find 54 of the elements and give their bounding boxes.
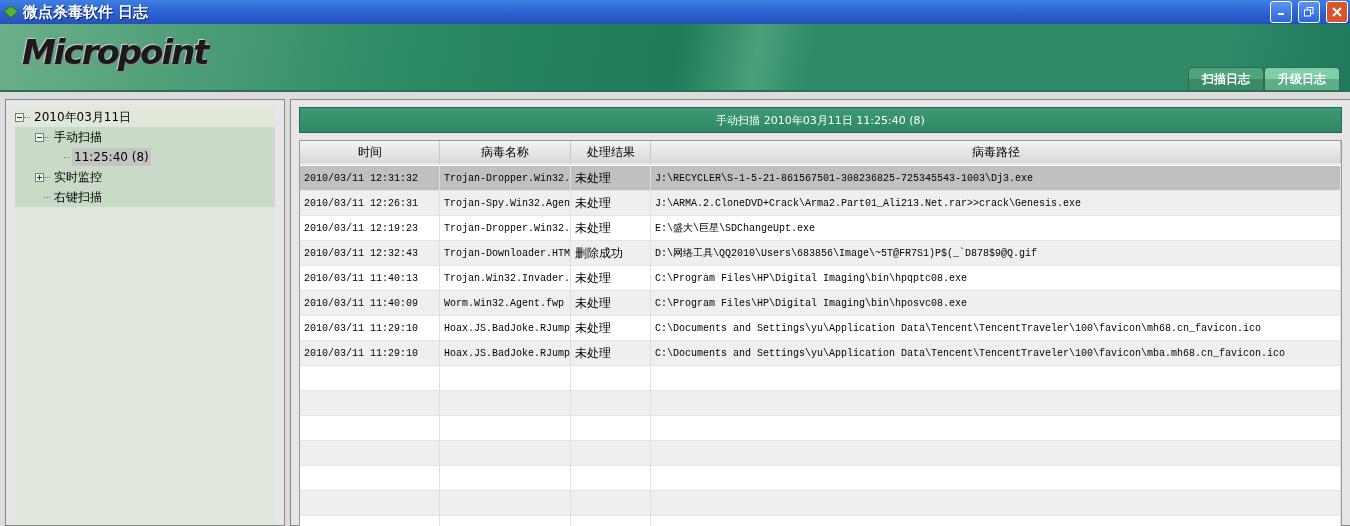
table-cell[interactable]: Hoax.JS.BadJoke.RJump [440,316,571,341]
tree-item[interactable]: 2010年03月11日 [32,106,134,128]
tree-item[interactable]: 11:25:40 (8) [72,148,151,166]
logo: Micropoint [22,32,208,72]
table-cell[interactable]: 2010/03/11 12:26:31 [300,191,440,216]
table-cell[interactable]: C:\Documents and Settings\yu\Application Data\Tencent\TencentTraveler\100\favicon\mba.mh68.cn_favicon.ico [651,341,1341,366]
expand-icon[interactable] [35,172,44,182]
table-cell[interactable]: Trojan-Dropper.Win32. [440,216,571,241]
table-cell[interactable]: Trojan-Spy.Win32.Agen [440,191,571,216]
tree-item[interactable]: 手动扫描 [52,126,104,148]
table-cell[interactable]: 2010/03/11 11:29:10 [300,316,440,341]
table-cell[interactable]: C:\Program Files\HP\Digital Imaging\bin\hpqptc08.exe [651,266,1341,291]
table-cell[interactable]: E:\盛大\巨星\SDChangeUpt.exe [651,216,1341,241]
restore-button[interactable] [1298,1,1320,23]
table-cell[interactable]: 未处理 [571,216,651,241]
table-cell[interactable]: 未处理 [571,316,651,341]
close-button[interactable] [1326,1,1348,23]
table-cell[interactable]: 2010/03/11 11:40:09 [300,291,440,316]
table-cell[interactable]: D:\网络工具\QQ2010\Users\683856\Image\~5T@FR7S1)P$(_`D878$9@Q.gif [651,241,1341,266]
table-cell[interactable]: Worm.Win32.Agent.fwp [440,291,571,316]
scan-banner: 手动扫描 2010年03月11日 11:25:40 (8) [299,107,1342,133]
collapse-icon[interactable] [35,132,44,142]
tree-item[interactable]: 右键扫描 [52,186,104,208]
table-cell[interactable]: 2010/03/11 12:31:32 [300,166,440,191]
table-cell[interactable]: 未处理 [571,291,651,316]
table-cell[interactable]: 未处理 [571,166,651,191]
table-cell[interactable]: Trojan-Downloader.HTM [440,241,571,266]
table-cell[interactable]: 未处理 [571,341,651,366]
table-cell[interactable]: 未处理 [571,266,651,291]
column-header[interactable]: 病毒名称 [440,141,571,165]
window-title: 微点杀毒软件 日志 [23,2,150,22]
table-cell[interactable]: Hoax.JS.BadJoke.RJump [440,341,571,366]
minimize-button[interactable] [1270,1,1292,23]
column-header[interactable]: 处理结果 [571,141,651,165]
table-cell[interactable]: C:\Program Files\HP\Digital Imaging\bin\hposvc08.exe [651,291,1341,316]
tree-item[interactable]: 实时监控 [52,166,104,188]
tab[interactable]: 扫描日志 [1188,67,1264,90]
app-icon [3,5,19,19]
table-cell[interactable]: Trojan.Win32.Invader. [440,266,571,291]
table-cell[interactable]: 2010/03/11 11:40:13 [300,266,440,291]
table-cell[interactable]: 未处理 [571,191,651,216]
table-cell[interactable]: C:\Documents and Settings\yu\Application Data\Tencent\TencentTraveler\100\favicon\mh68.cn_favicon.ico [651,316,1341,341]
column-header[interactable]: 时间 [300,141,440,165]
table-cell[interactable]: 2010/03/11 12:19:23 [300,216,440,241]
table-cell[interactable]: Trojan-Dropper.Win32. [440,166,571,191]
column-header[interactable]: 病毒路径 [651,141,1341,165]
table-cell[interactable]: 2010/03/11 11:29:10 [300,341,440,366]
restore-icon [1304,7,1314,17]
table-cell[interactable]: J:\ARMA.2.CloneDVD+Crack\Arma2.Part01_Ali213.Net.rar>>crack\Genesis.exe [651,191,1341,216]
close-icon [1332,7,1342,17]
table-cell[interactable]: 2010/03/11 12:32:43 [300,241,440,266]
collapse-icon[interactable] [15,112,24,122]
table-cell[interactable]: 删除成功 [571,241,651,266]
table-cell[interactable]: J:\RECYCLER\S-1-5-21-861567501-308236825-725345543-1003\Dj3.exe [651,166,1341,191]
